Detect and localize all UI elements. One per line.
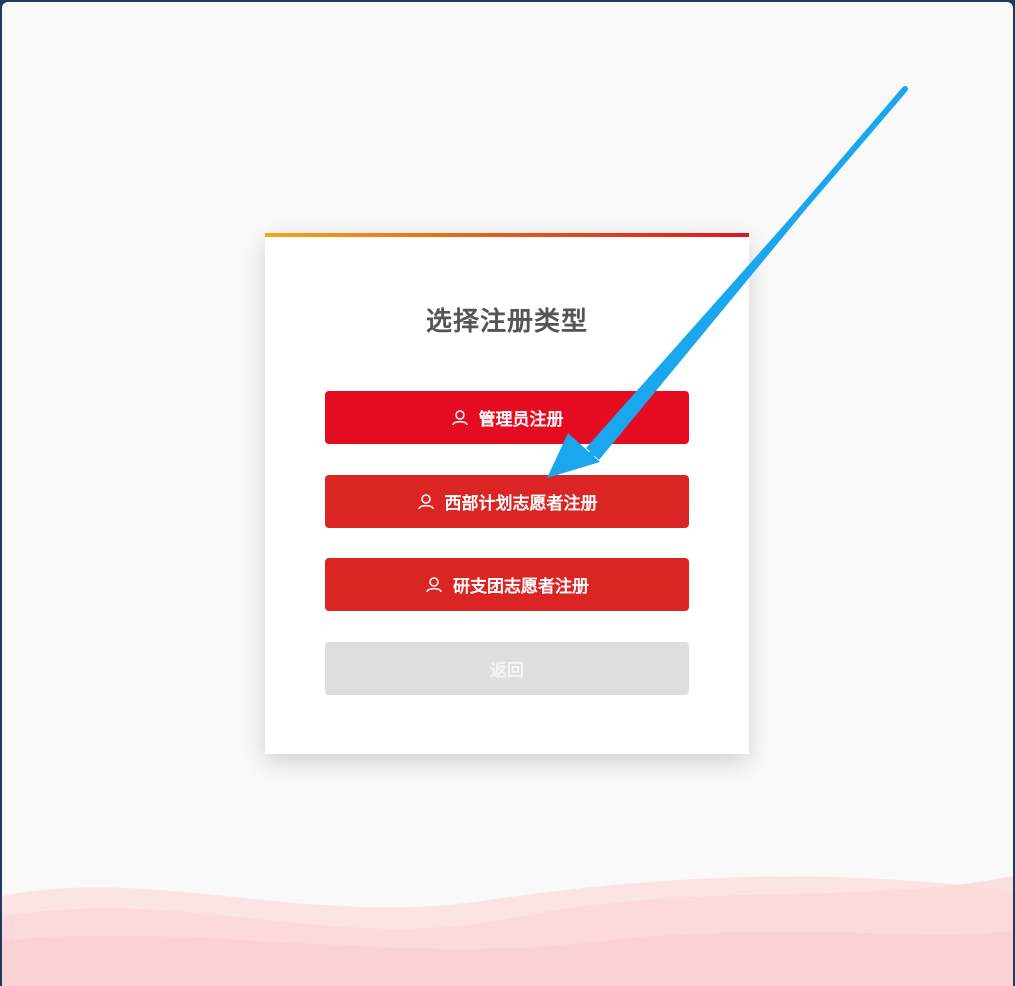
graduate-register-label: 研支团志愿者注册 [453,577,589,597]
page-title: 选择注册类型 [425,307,588,337]
back-label: 返回 [490,661,524,681]
background-waves [2,876,1013,986]
user-icon [417,493,435,511]
page-window: 选择注册类型 管理员注册 西部计划志愿者注册 研支团志愿者注册 返回 [2,2,1013,986]
west-plan-register-label: 西部计划志愿者注册 [444,494,598,514]
register-type-card: 选择注册类型 管理员注册 西部计划志愿者注册 研支团志愿者注册 返回 [265,233,749,754]
user-icon [425,576,443,594]
back-button[interactable]: 返回 [325,642,689,695]
graduate-volunteer-register-button[interactable]: 研支团志愿者注册 [325,558,689,611]
west-plan-volunteer-register-button[interactable]: 西部计划志愿者注册 [325,475,689,528]
admin-register-button[interactable]: 管理员注册 [325,391,689,444]
card-accent-bar [265,233,749,237]
user-icon [451,409,469,427]
admin-register-label: 管理员注册 [478,410,564,430]
